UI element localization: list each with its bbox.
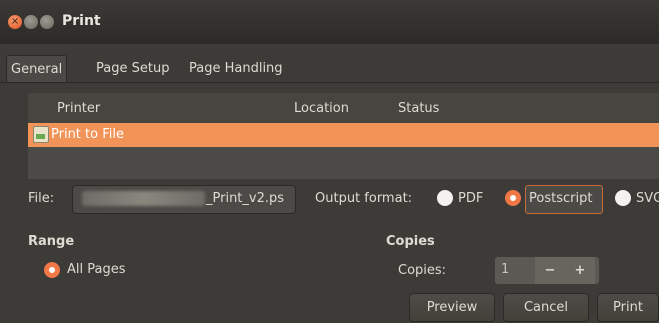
radio-svg-label[interactable]: SVG: [636, 191, 659, 206]
maximize-button[interactable]: [40, 15, 54, 29]
minimize-button[interactable]: [24, 15, 38, 29]
copies-heading: Copies: [386, 234, 435, 249]
close-button[interactable]: ×: [8, 15, 22, 29]
radio-all-pages-label[interactable]: All Pages: [67, 262, 126, 277]
copies-label: Copies:: [398, 263, 447, 278]
printer-file-icon: [33, 126, 49, 143]
range-heading: Range: [28, 234, 75, 249]
radio-postscript-label[interactable]: Postscript: [529, 191, 592, 206]
copies-spin-button[interactable]: 1 − +: [495, 257, 599, 284]
printer-name: Print to File: [51, 127, 124, 142]
window-title: Print: [62, 13, 101, 29]
column-location[interactable]: Location: [294, 101, 349, 116]
close-icon: ×: [10, 16, 20, 27]
cancel-button[interactable]: Cancel: [503, 293, 589, 322]
print-button[interactable]: Print: [597, 293, 659, 322]
preview-button[interactable]: Preview: [409, 293, 495, 322]
tab-general[interactable]: General: [6, 55, 68, 83]
file-label: File:: [28, 191, 55, 206]
column-status[interactable]: Status: [398, 101, 439, 116]
radio-postscript[interactable]: [505, 190, 521, 206]
radio-svg[interactable]: [615, 190, 631, 206]
redacted-filename: [82, 191, 205, 206]
radio-pdf[interactable]: [437, 190, 453, 206]
output-format-label: Output format:: [315, 191, 413, 206]
tab-page-handling[interactable]: Page Handling: [185, 55, 287, 82]
plus-icon[interactable]: +: [565, 257, 595, 284]
copies-value[interactable]: 1: [501, 262, 509, 277]
radio-pdf-label[interactable]: PDF: [458, 191, 483, 206]
minus-icon[interactable]: −: [535, 257, 565, 284]
radio-all-pages[interactable]: [44, 262, 60, 278]
file-name-suffix: _Print_v2.ps: [206, 191, 285, 206]
tab-page-setup[interactable]: Page Setup: [92, 55, 173, 82]
column-printer[interactable]: Printer: [57, 101, 100, 116]
